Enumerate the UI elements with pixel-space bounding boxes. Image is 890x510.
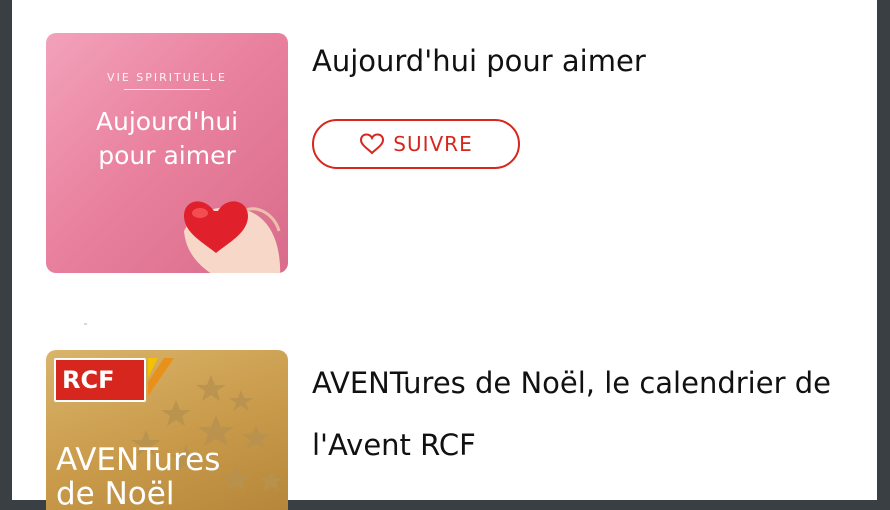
podcast-cover-image[interactable]: RCF AVENTures de Noël xyxy=(46,350,288,510)
cover-title-line: pour aimer xyxy=(98,141,236,170)
cover-title-line: Aujourd'hui xyxy=(95,107,239,136)
podcast-info: Aujourd'hui pour aimer SUIVRE xyxy=(312,33,832,169)
rcf-logo-text: RCF xyxy=(62,366,115,394)
podcast-card[interactable]: VIE SPIRITUELLE Aujourd'hui pour aimer A… xyxy=(46,33,832,273)
cover-divider xyxy=(124,89,210,90)
cover-kicker-text: VIE SPIRITUELLE xyxy=(107,71,227,84)
podcast-title[interactable]: Aujourd'hui pour aimer xyxy=(312,41,832,81)
podcast-info: AVENTures de Noël, le calendrier de l'Av… xyxy=(312,350,832,476)
podcast-title[interactable]: AVENTures de Noël, le calendrier de l'Av… xyxy=(312,352,832,476)
divider-dot xyxy=(84,323,87,325)
podcast-list-panel: VIE SPIRITUELLE Aujourd'hui pour aimer A… xyxy=(12,0,877,510)
rcf-logo: RCF xyxy=(54,358,146,402)
heart-outline-icon xyxy=(360,133,385,155)
cover-title-line: AVENTures xyxy=(56,442,221,478)
follow-button[interactable]: SUIVRE xyxy=(312,119,520,169)
follow-button-label: SUIVRE xyxy=(393,132,473,156)
rcf-logo-stripes xyxy=(148,358,174,396)
podcast-card[interactable]: RCF AVENTures de Noël AVENTures de Noël,… xyxy=(46,350,832,510)
hand-holding-heart-illustration xyxy=(184,201,281,273)
cover-title-text: Aujourd'hui pour aimer xyxy=(46,105,288,173)
podcast-cover-image[interactable]: VIE SPIRITUELLE Aujourd'hui pour aimer xyxy=(46,33,288,273)
cover-title-line: de Noël xyxy=(56,476,175,510)
